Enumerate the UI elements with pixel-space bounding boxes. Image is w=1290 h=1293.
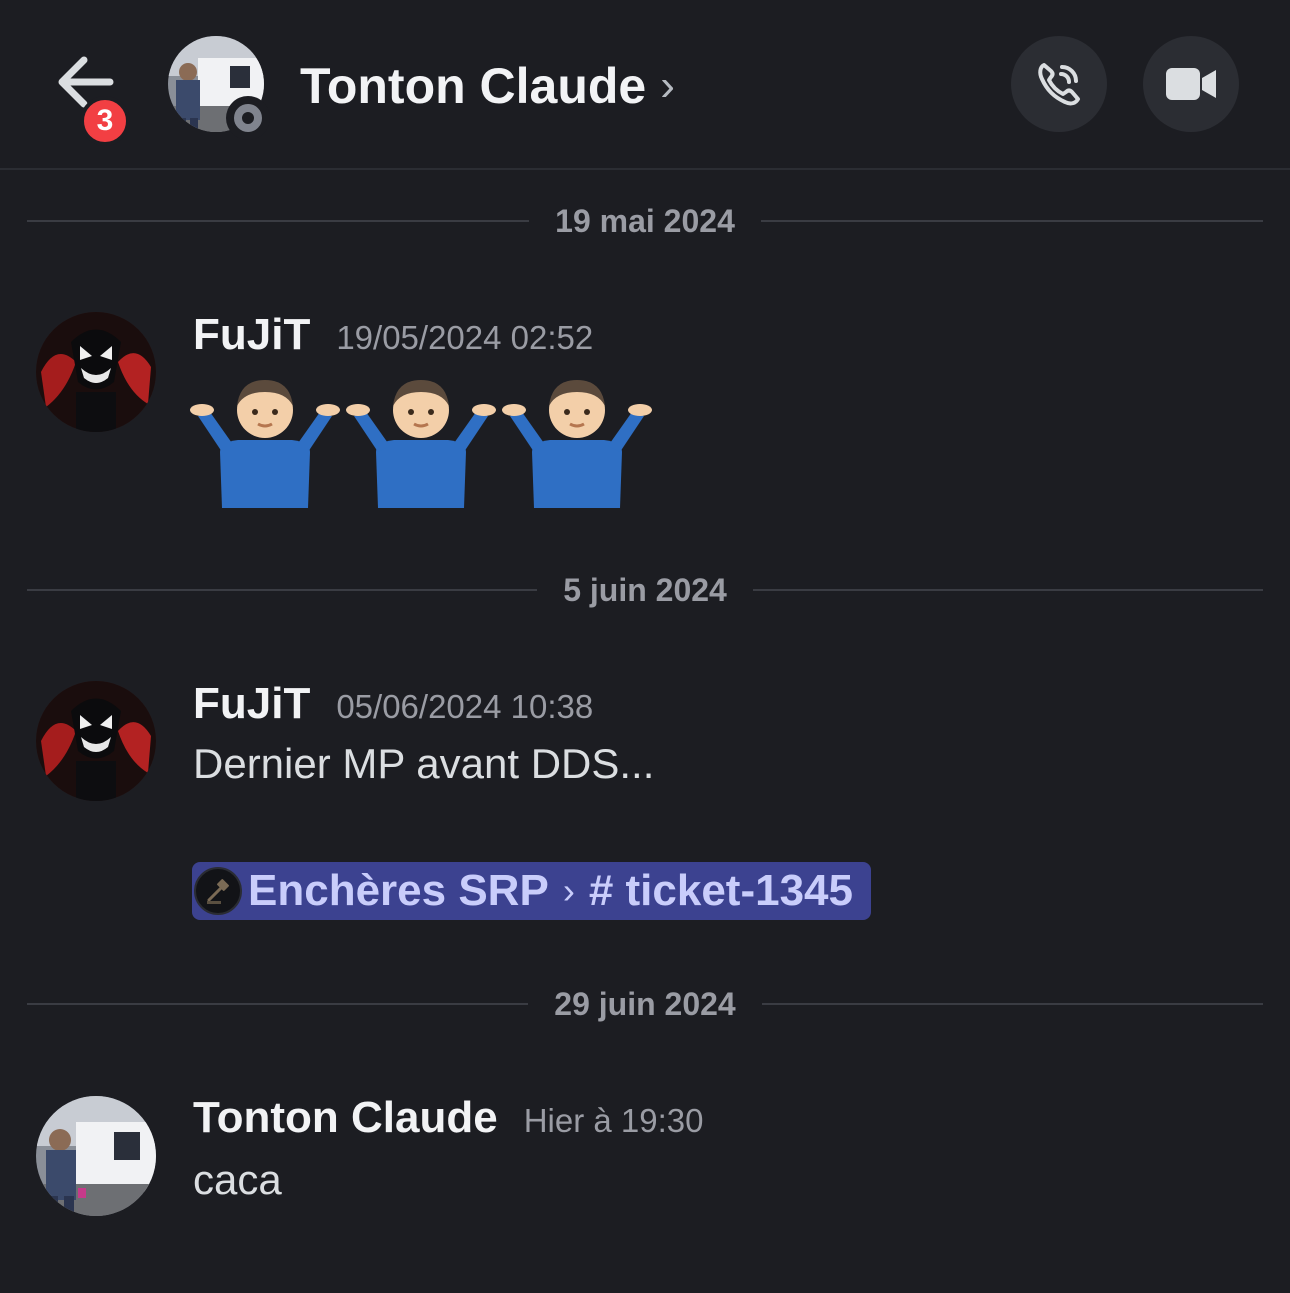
contact-name: Tonton Claude	[300, 58, 647, 114]
message-timestamp: Hier à 19:30	[523, 1102, 704, 1139]
phone-call-icon	[1038, 63, 1080, 106]
chevron-right-icon: ›	[660, 61, 675, 110]
avatar-fujit[interactable]	[36, 681, 156, 801]
chat-header: 3 Tonton Claude ›	[0, 0, 1290, 170]
message-author[interactable]: FuJiT	[193, 310, 310, 360]
message-header: FuJiT 05/06/2024 10:38	[193, 679, 593, 729]
server-icon	[194, 867, 242, 915]
message-text: Dernier MP avant DDS...	[193, 740, 655, 787]
date-divider-label: 5 juin 2024	[563, 571, 727, 608]
date-divider-label: 19 mai 2024	[555, 202, 735, 239]
chevron-right-icon: ›	[562, 870, 575, 911]
message-header: Tonton Claude Hier à 19:30	[193, 1093, 703, 1143]
unread-badge: 3	[80, 96, 130, 146]
message-author[interactable]: Tonton Claude	[193, 1093, 498, 1143]
mention-server-name: Enchères SRP	[248, 866, 549, 915]
date-divider-label: 29 juin 2024	[554, 985, 736, 1022]
video-camera-icon	[1166, 68, 1216, 100]
message-text: caca	[193, 1156, 282, 1203]
message-emoji-content	[190, 372, 652, 512]
message-timestamp: 19/05/2024 02:52	[336, 319, 594, 356]
person-shrugging-emoji	[190, 380, 340, 508]
dm-screen: 3 Tonton Claude › 19 mai 2024 FuJiT 19/0…	[0, 0, 1290, 1293]
date-divider: 5 juin 2024	[27, 570, 1264, 610]
avatar-tonton-claude[interactable]	[36, 1096, 156, 1216]
date-divider: 19 mai 2024	[27, 201, 1264, 241]
message-timestamp: 05/06/2024 10:38	[336, 688, 594, 725]
mention-channel-name: # ticket-1345	[588, 866, 853, 915]
person-shrugging-emoji	[346, 380, 496, 508]
date-divider: 29 juin 2024	[27, 984, 1263, 1024]
video-call-button[interactable]	[1143, 36, 1239, 132]
person-shrugging-emoji	[502, 380, 652, 508]
channel-mention-link[interactable]: Enchères SRP › # ticket-1345	[192, 862, 871, 920]
status-indicator	[226, 96, 270, 140]
contact-title[interactable]: Tonton Claude ›	[300, 54, 675, 118]
voice-call-button[interactable]	[1011, 36, 1107, 132]
message-header: FuJiT 19/05/2024 02:52	[193, 310, 593, 360]
message-author[interactable]: FuJiT	[193, 679, 310, 729]
avatar-fujit[interactable]	[36, 312, 156, 432]
